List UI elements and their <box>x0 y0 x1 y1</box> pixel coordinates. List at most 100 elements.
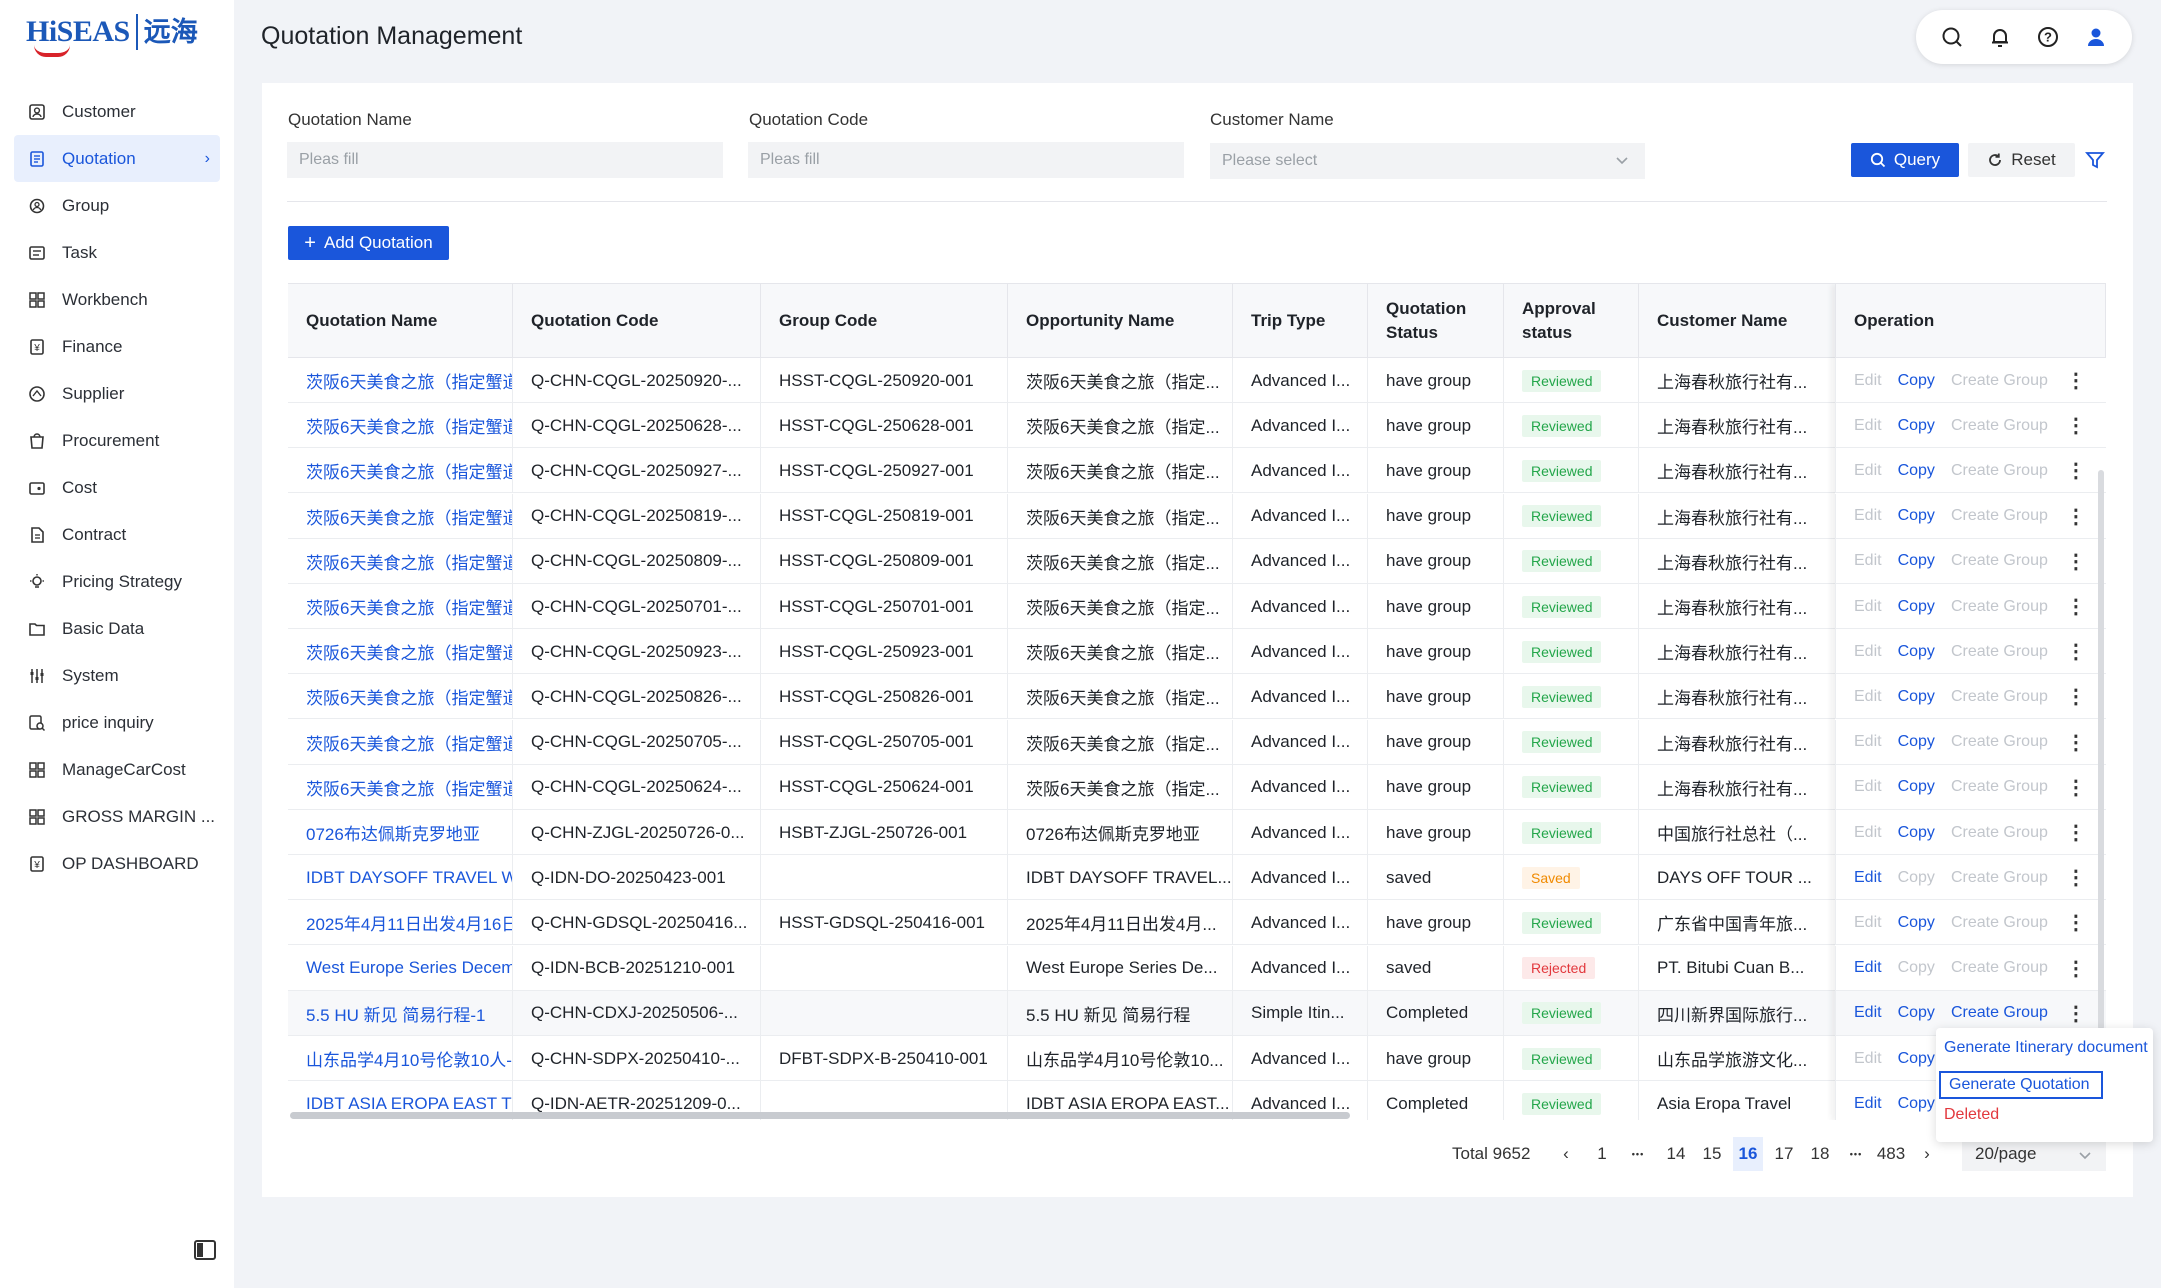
create-group-button[interactable]: Create Group <box>1951 959 2048 977</box>
create-group-button[interactable]: Create Group <box>1951 552 2048 570</box>
more-vertical-icon[interactable]: ⋮ <box>2066 594 2086 619</box>
vertical-scrollbar[interactable] <box>2098 470 2104 1030</box>
quotation-name-link[interactable]: 茨阪6天美食之旅（指定蟹道 <box>288 358 513 403</box>
create-group-button[interactable]: Create Group <box>1951 914 2048 932</box>
user-avatar-icon[interactable] <box>2079 20 2113 54</box>
create-group-button[interactable]: Create Group <box>1951 598 2048 616</box>
edit-button[interactable]: Edit <box>1854 462 1882 480</box>
create-group-button[interactable]: Create Group <box>1951 1004 2048 1022</box>
edit-button[interactable]: Edit <box>1854 869 1882 887</box>
edit-button[interactable]: Edit <box>1854 372 1882 390</box>
generate-quotation-menu-item[interactable]: Generate Quotation <box>1939 1071 2103 1099</box>
table-row[interactable]: 5.5 HU 新见 简易行程-1 Q-CHN-CDXJ-20250506-... 5… <box>288 990 2106 1036</box>
sidebar-item-gross-margin[interactable]: GROSS MARGIN ... <box>14 793 220 840</box>
sidebar-item-managecarcost[interactable]: ManageCarCost <box>14 746 220 793</box>
quotation-name-link[interactable]: 0726布达佩斯克罗地亚 <box>288 810 513 855</box>
sidebar-item-group[interactable]: Group <box>14 182 220 229</box>
quotation-name-link[interactable]: 5.5 HU 新见 简易行程-1 <box>288 990 513 1036</box>
sidebar-item-system[interactable]: System <box>14 652 220 699</box>
table-row[interactable]: 茨阪6天美食之旅（指定蟹道 Q-CHN-CQGL-20250923-... HSST… <box>288 629 2106 675</box>
copy-button[interactable]: Copy <box>1898 1050 1935 1068</box>
sidebar-item-workbench[interactable]: Workbench <box>14 276 220 323</box>
quotation-name-link[interactable]: 2025年4月11日出发4月16日 <box>288 900 513 946</box>
copy-button[interactable]: Copy <box>1898 507 1935 525</box>
query-button[interactable]: Query <box>1851 143 1959 177</box>
table-row[interactable]: 茨阪6天美食之旅（指定蟹道 Q-CHN-CQGL-20250819-... HSST… <box>288 493 2106 539</box>
brand-logo[interactable]: HiSEAS 远海 <box>26 14 198 57</box>
page-button[interactable]: 483 <box>1876 1137 1906 1171</box>
deleted-menu-item[interactable]: Deleted <box>1944 1106 1999 1124</box>
sidebar-item-basic-data[interactable]: Basic Data <box>14 605 220 652</box>
page-button[interactable]: 16 <box>1733 1137 1763 1171</box>
more-vertical-icon[interactable]: ⋮ <box>2066 549 2086 574</box>
next-page-icon[interactable]: › <box>1912 1137 1942 1171</box>
quotation-name-link[interactable]: 茨阪6天美食之旅（指定蟹道 <box>288 629 513 675</box>
copy-button[interactable]: Copy <box>1898 824 1935 842</box>
edit-button[interactable]: Edit <box>1854 417 1882 435</box>
quotation-name-link[interactable]: 茨阪6天美食之旅（指定蟹道 <box>288 448 513 494</box>
create-group-button[interactable]: Create Group <box>1951 869 2048 887</box>
copy-button[interactable]: Copy <box>1898 372 1935 390</box>
table-row[interactable]: 茨阪6天美食之旅（指定蟹道 Q-CHN-CQGL-20250624-... HSST… <box>288 764 2106 810</box>
filter-icon[interactable] <box>2085 150 2105 170</box>
more-vertical-icon[interactable]: ⋮ <box>2066 684 2086 709</box>
quotation-name-link[interactable]: 茨阪6天美食之旅（指定蟹道 <box>288 719 513 765</box>
create-group-button[interactable]: Create Group <box>1951 643 2048 661</box>
sidebar-item-cost[interactable]: Cost <box>14 464 220 511</box>
create-group-button[interactable]: Create Group <box>1951 462 2048 480</box>
table-row[interactable]: 茨阪6天美食之旅（指定蟹道 Q-CHN-CQGL-20250809-... HSST… <box>288 538 2106 584</box>
edit-button[interactable]: Edit <box>1854 598 1882 616</box>
table-row[interactable]: 茨阪6天美食之旅（指定蟹道 Q-CHN-CQGL-20250826-... HSST… <box>288 674 2106 720</box>
copy-button[interactable]: Copy <box>1898 417 1935 435</box>
sidebar-item-pricing-strategy[interactable]: Pricing Strategy <box>14 558 220 605</box>
bell-icon[interactable] <box>1983 20 2017 54</box>
edit-button[interactable]: Edit <box>1854 1050 1882 1068</box>
create-group-button[interactable]: Create Group <box>1951 824 2048 842</box>
edit-button[interactable]: Edit <box>1854 552 1882 570</box>
page-button[interactable]: 1 <box>1587 1137 1617 1171</box>
edit-button[interactable]: Edit <box>1854 507 1882 525</box>
more-vertical-icon[interactable]: ⋮ <box>2066 458 2086 483</box>
copy-button[interactable]: Copy <box>1898 869 1935 887</box>
quotation-name-link[interactable]: 茨阪6天美食之旅（指定蟹道 <box>288 584 513 629</box>
create-group-button[interactable]: Create Group <box>1951 372 2048 390</box>
more-vertical-icon[interactable]: ⋮ <box>2066 1001 2086 1026</box>
edit-button[interactable]: Edit <box>1854 914 1882 932</box>
sidebar-item-contract[interactable]: Contract <box>14 511 220 558</box>
prev-page-icon[interactable]: ‹ <box>1551 1137 1581 1171</box>
more-vertical-icon[interactable]: ⋮ <box>2066 504 2086 529</box>
sidebar-item-supplier[interactable]: Supplier <box>14 370 220 417</box>
edit-button[interactable]: Edit <box>1854 688 1882 706</box>
more-vertical-icon[interactable]: ⋮ <box>2066 368 2086 393</box>
table-row[interactable]: 茨阪6天美食之旅（指定蟹道 Q-CHN-CQGL-20250927-... HSST… <box>288 448 2106 494</box>
add-quotation-button[interactable]: + Add Quotation <box>288 226 449 260</box>
copy-button[interactable]: Copy <box>1898 1004 1935 1022</box>
horizontal-scrollbar[interactable] <box>290 1112 1350 1119</box>
edit-button[interactable]: Edit <box>1854 733 1882 751</box>
page-button[interactable]: 15 <box>1697 1137 1727 1171</box>
more-vertical-icon[interactable]: ⋮ <box>2066 956 2086 981</box>
copy-button[interactable]: Copy <box>1898 959 1935 977</box>
sidebar-item-price-inquiry[interactable]: price inquiry <box>14 699 220 746</box>
edit-button[interactable]: Edit <box>1854 643 1882 661</box>
table-row[interactable]: 茨阪6天美食之旅（指定蟹道 Q-CHN-CQGL-20250701-... HSST… <box>288 584 2106 629</box>
quotation-name-input[interactable]: Pleas fill <box>287 142 723 178</box>
quotation-name-link[interactable]: 山东品学4月10号伦敦10人-1 <box>288 1036 513 1081</box>
collapse-sidebar-icon[interactable] <box>194 1240 216 1260</box>
copy-button[interactable]: Copy <box>1898 598 1935 616</box>
quotation-name-link[interactable]: West Europe Series Deceml <box>288 945 513 991</box>
quotation-name-link[interactable]: 茨阪6天美食之旅（指定蟹道 <box>288 674 513 720</box>
edit-button[interactable]: Edit <box>1854 824 1882 842</box>
sidebar-item-task[interactable]: Task <box>14 229 220 276</box>
more-vertical-icon[interactable]: ⋮ <box>2066 775 2086 800</box>
page-button[interactable]: 14 <box>1661 1137 1691 1171</box>
search-icon[interactable] <box>1935 20 1969 54</box>
edit-button[interactable]: Edit <box>1854 1004 1882 1022</box>
quotation-name-link[interactable]: IDBT DAYSOFF TRAVEL WES <box>288 855 513 901</box>
more-vertical-icon[interactable]: ⋮ <box>2066 865 2086 890</box>
table-row[interactable]: West Europe Series Deceml Q-IDN-BCB-20251… <box>288 945 2106 991</box>
quotation-name-link[interactable]: 茨阪6天美食之旅（指定蟹道 <box>288 403 513 449</box>
ellipsis-icon[interactable]: ••• <box>1841 1137 1871 1171</box>
quotation-name-link[interactable]: 茨阪6天美食之旅（指定蟹道 <box>288 493 513 539</box>
create-group-button[interactable]: Create Group <box>1951 778 2048 796</box>
